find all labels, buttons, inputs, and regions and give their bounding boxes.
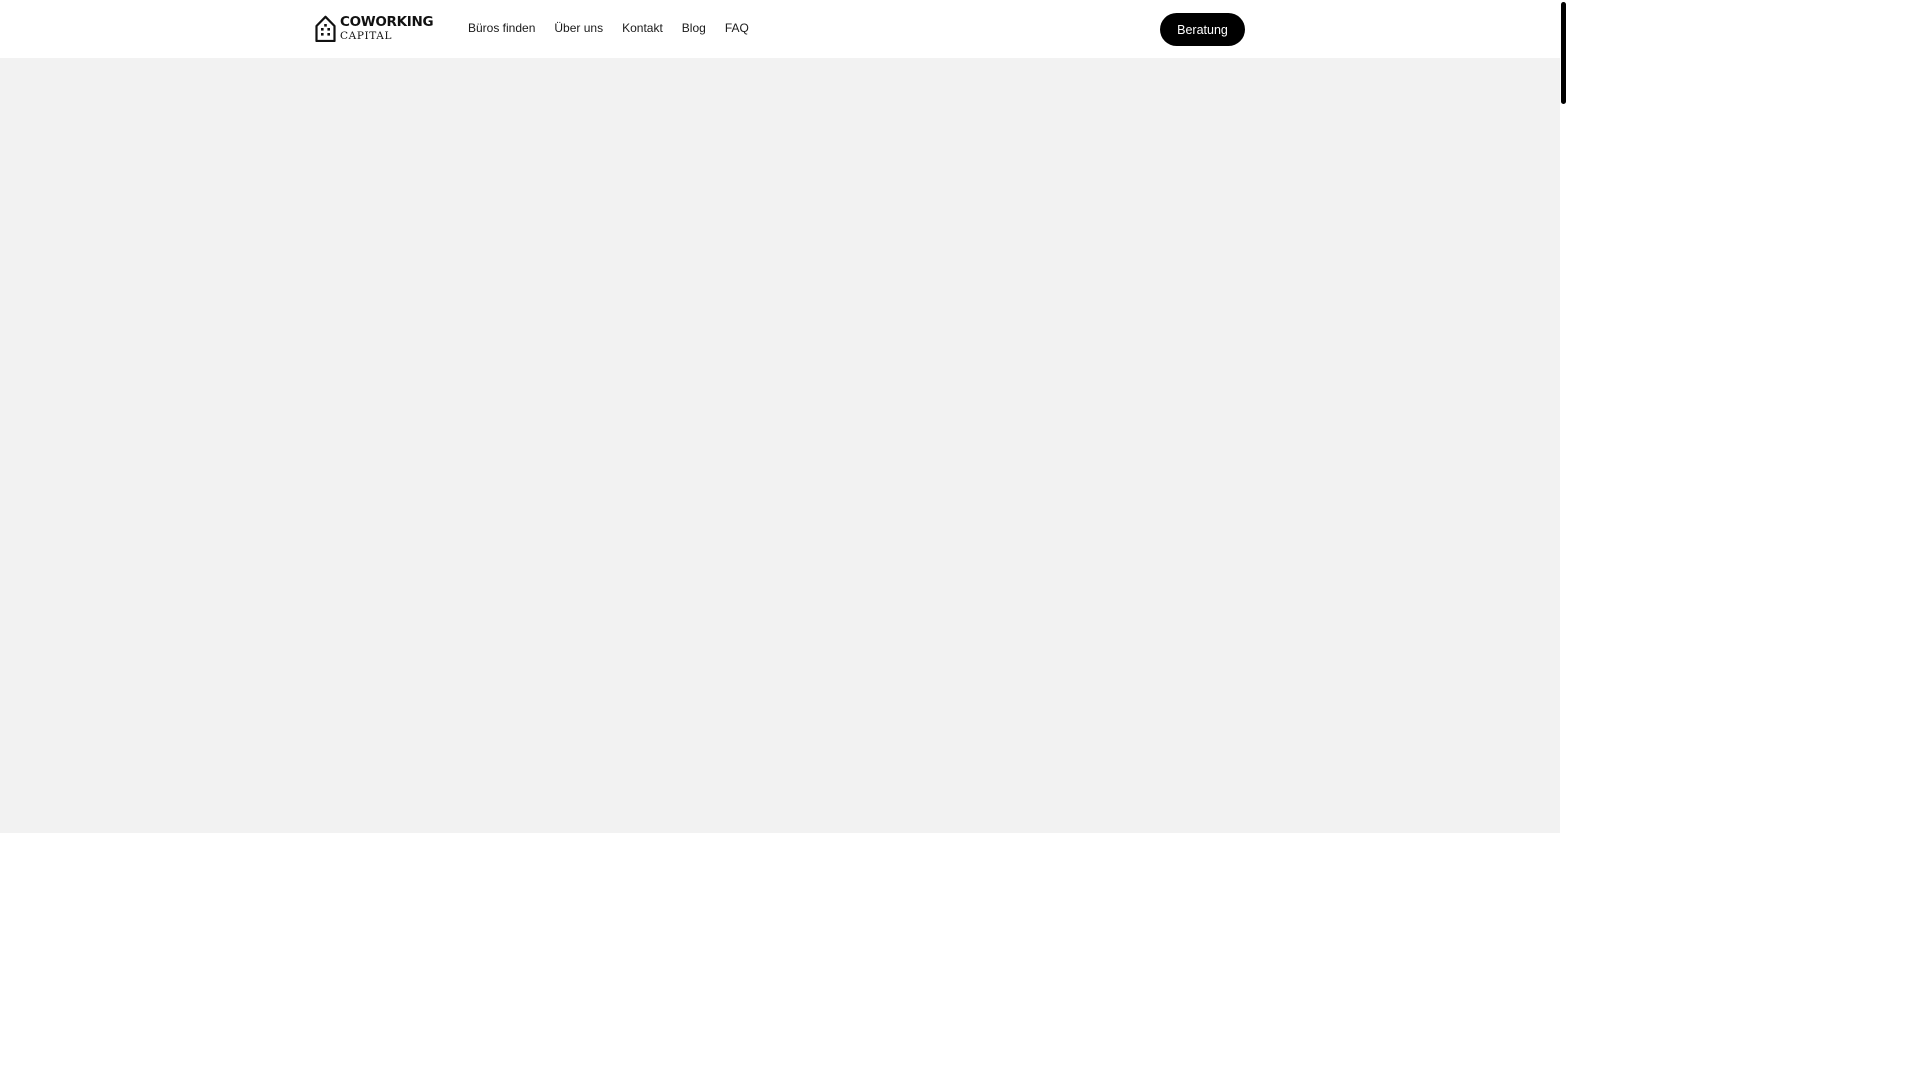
- nav-item-ueber-uns[interactable]: Über uns: [554, 21, 603, 35]
- nav-item-kontakt[interactable]: Kontakt: [622, 21, 663, 35]
- brand-name-line1: COWORKING: [340, 14, 434, 30]
- scrollbar-thumb[interactable]: [1561, 2, 1566, 104]
- brand-logo-link[interactable]: COWORKING CAPITAL: [315, 14, 434, 42]
- nav-item-bueros-finden[interactable]: Büros finden: [468, 21, 535, 35]
- building-house-icon: [315, 15, 336, 42]
- scrollbar-track[interactable]: [1560, 0, 1568, 882]
- nav-item-blog[interactable]: Blog: [682, 21, 706, 35]
- nav-item-faq[interactable]: FAQ: [725, 21, 749, 35]
- hero-section: [0, 58, 1560, 833]
- site-header: COWORKING CAPITAL Büros finden Über uns …: [0, 0, 1560, 58]
- brand-wordmark: COWORKING CAPITAL: [340, 14, 434, 42]
- beratung-button[interactable]: Beratung: [1160, 13, 1245, 46]
- brand-name-line2: CAPITAL: [340, 29, 393, 42]
- page: COWORKING CAPITAL Büros finden Über uns …: [0, 0, 1568, 882]
- main-nav: Büros finden Über uns Kontakt Blog FAQ: [468, 21, 749, 35]
